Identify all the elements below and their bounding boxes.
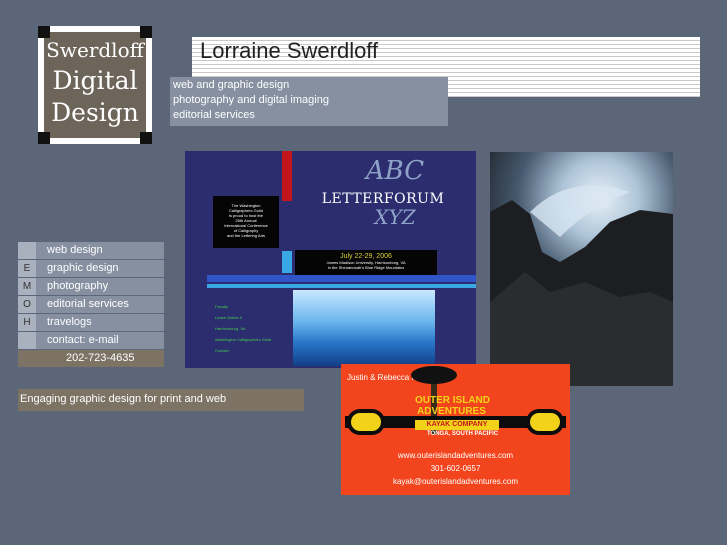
intro-line: and the Lettering Arts	[226, 233, 266, 238]
logo[interactable]: Swerdloff Digital Design	[38, 26, 152, 144]
blue-accent	[282, 251, 292, 273]
home-letter[interactable]: E	[18, 260, 36, 277]
card-email: kayak@outerislandadventures.com	[392, 477, 519, 486]
logo-corner	[140, 26, 152, 38]
tagline-web-graphic: web and graphic design	[173, 79, 290, 91]
event-location: in the Shenandoah's Blue Ridge Mountains	[327, 265, 405, 270]
blue-stripe	[207, 275, 476, 282]
kayak-banner: KAYAK COMPANY	[415, 420, 499, 430]
letterforum-script-bottom: XYZ	[374, 205, 416, 229]
event-dates: July 22-29, 2006	[340, 253, 392, 260]
letterforum-script-top: ABC	[365, 156, 425, 186]
logo-corner	[38, 26, 50, 38]
rocks-wave-photo[interactable]	[490, 152, 673, 386]
logo-text-line1: Swerdloff	[46, 38, 144, 62]
nav-item-label[interactable]: web design	[47, 242, 103, 259]
card-phone: 301-602-0657	[430, 464, 481, 473]
tagline-box: web and graphic design photography and d…	[170, 77, 448, 126]
nav-item-label[interactable]: graphic design	[47, 260, 119, 277]
home-letter[interactable]: O	[18, 296, 36, 313]
card-brand-line2: ADVENTURES	[417, 406, 486, 417]
nav-item-label[interactable]: travelogs	[47, 314, 92, 331]
nav-item-contact-email[interactable]: contact: e-mail	[18, 332, 164, 349]
description-text: Engaging graphic design for print and we…	[20, 393, 227, 405]
palm-leaves	[411, 366, 457, 384]
nav-item-editorial-services[interactable]: O editorial services	[18, 296, 164, 313]
link-item[interactable]: Faculty	[215, 301, 271, 312]
business-card-image[interactable]: Justin & Rebecca Freedman OUTER ISLAND A…	[341, 364, 570, 495]
phone-number: 202-723-4635	[66, 352, 135, 364]
link-list: Faculty Leave Online A Harrisonburg, VA …	[215, 301, 271, 356]
home-letter[interactable]: M	[18, 278, 36, 295]
intro-box: The Washington Calligraphers Guild is pr…	[213, 196, 279, 248]
home-letter	[18, 242, 36, 259]
logo-corner	[140, 132, 152, 144]
rock-shapes	[490, 185, 673, 386]
nav-item-label[interactable]: contact: e-mail	[47, 332, 119, 349]
nav-item-web-design[interactable]: web design	[18, 242, 164, 259]
main-nav: web design E graphic design M photograph…	[18, 242, 164, 367]
logo-corner	[38, 132, 50, 144]
site-title: Lorraine Swerdloff	[200, 38, 379, 63]
letterforum-website-image[interactable]: ABC LETTERFORUM XYZ The Washington Calli…	[185, 151, 476, 368]
tagline-photography: photography and digital imaging	[173, 94, 329, 106]
logo-text-line3: Design	[51, 98, 139, 127]
tagline-editorial: editorial services	[173, 109, 255, 121]
nav-item-photography[interactable]: M photography	[18, 278, 164, 295]
card-brand-line1: OUTER ISLAND	[415, 395, 490, 406]
nav-item-travelogs[interactable]: H travelogs	[18, 314, 164, 331]
link-item[interactable]: Contact	[215, 345, 271, 356]
nav-item-label[interactable]: photography	[47, 278, 108, 295]
home-letter	[18, 332, 36, 349]
home-letter[interactable]: H	[18, 314, 36, 331]
red-bar	[282, 151, 292, 201]
link-item[interactable]: Washington Calligraphers Guild	[215, 334, 271, 345]
card-place: TONGA, SOUTH PACIFIC	[427, 431, 499, 437]
dates-box: July 22-29, 2006 James Madison Universit…	[295, 250, 437, 276]
description-bar: Engaging graphic design for print and we…	[18, 389, 304, 411]
mountains-photo	[293, 290, 435, 366]
link-item[interactable]: Leave Online A	[215, 312, 271, 323]
nav-item-label[interactable]: editorial services	[47, 296, 129, 313]
card-website: www.outerislandadventures.com	[397, 451, 514, 460]
phone-row: 202-723-4635	[18, 350, 164, 367]
logo-text-line2: Digital	[52, 66, 138, 95]
card-kayak: KAYAK COMPANY	[426, 421, 488, 428]
nav-item-graphic-design[interactable]: E graphic design	[18, 260, 164, 277]
link-item[interactable]: Harrisonburg, VA	[215, 323, 271, 334]
blue-stripe	[207, 284, 476, 288]
